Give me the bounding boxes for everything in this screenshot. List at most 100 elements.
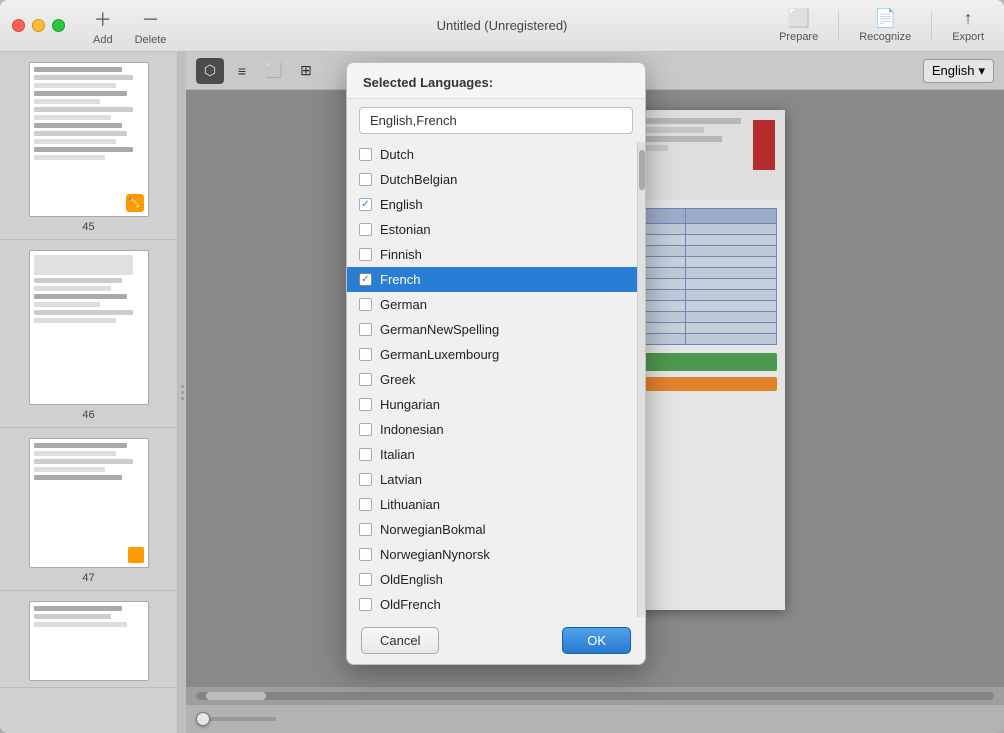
maximize-button[interactable] — [52, 19, 65, 32]
sidebar-page-46[interactable]: 46 — [0, 240, 177, 428]
checkbox-french[interactable]: ✓ — [359, 273, 372, 286]
checkbox-germannewspelling[interactable] — [359, 323, 372, 336]
add-button[interactable]: ＋ Add — [85, 2, 121, 50]
window-title: Untitled (Unregistered) — [437, 18, 568, 33]
delete-label: Delete — [135, 34, 167, 46]
modal-list-row: DutchDutchBelgian✓English Estonian Finnish… — [347, 142, 645, 617]
language-name-oldenglish: OldEnglish — [380, 572, 443, 587]
language-item-french[interactable]: ✓French — [347, 267, 637, 292]
language-item-finnish[interactable]: Finnish — [347, 242, 637, 267]
language-name-norwegianbokmal: NorwegianBokmal — [380, 522, 486, 537]
titlebar: ＋ Add － Delete Untitled (Unregistered) ⬜… — [0, 0, 1004, 52]
edit-badge-45: ✏️ — [126, 194, 144, 212]
page-thumbnail-45: ✏️ — [29, 62, 149, 217]
add-label: Add — [93, 34, 113, 46]
language-item-german[interactable]: German — [347, 292, 637, 317]
prepare-button[interactable]: ⬜ Prepare — [771, 4, 826, 47]
language-name-germanluxembourg: GermanLuxembourg — [380, 347, 499, 362]
language-item-dutch[interactable]: Dutch — [347, 142, 637, 167]
language-name-italian: Italian — [380, 447, 415, 462]
cancel-button[interactable]: Cancel — [361, 627, 439, 654]
language-list: DutchDutchBelgian✓English Estonian Finnish… — [347, 142, 637, 617]
checkbox-dutch[interactable] — [359, 148, 372, 161]
checkbox-italian[interactable] — [359, 448, 372, 461]
language-name-norwegiannynorsk: NorwegianNynorsk — [380, 547, 490, 562]
language-name-oldfrench: OldFrench — [380, 597, 441, 612]
checkbox-germanluxembourg[interactable] — [359, 348, 372, 361]
language-item-italian[interactable]: Italian — [347, 442, 637, 467]
ok-button[interactable]: OK — [562, 627, 631, 654]
resize-dots — [181, 385, 184, 400]
sidebar-page-45[interactable]: ✏️ 45 — [0, 52, 177, 240]
checkbox-finnish[interactable] — [359, 248, 372, 261]
language-item-indonesian[interactable]: Indonesian — [347, 417, 637, 442]
close-button[interactable] — [12, 19, 25, 32]
language-item-hungarian[interactable]: Hungarian — [347, 392, 637, 417]
toolbar-right: ⬜ Prepare 📄 Recognize ↑ Export — [771, 4, 992, 47]
page-number-46: 46 — [82, 409, 94, 421]
language-name-estonian: Estonian — [380, 222, 431, 237]
language-item-norwegianbokmal[interactable]: NorwegianBokmal — [347, 517, 637, 542]
page-number-47: 47 — [82, 572, 94, 584]
checkbox-oldenglish[interactable] — [359, 573, 372, 586]
toolbar-left: ＋ Add － Delete — [85, 2, 174, 50]
checkbox-latvian[interactable] — [359, 473, 372, 486]
export-label: Export — [952, 31, 984, 43]
sidebar-page-48[interactable] — [0, 591, 177, 688]
language-item-oldfrench[interactable]: OldFrench — [347, 592, 637, 617]
language-name-lithuanian: Lithuanian — [380, 497, 440, 512]
page-thumbnail-46 — [29, 250, 149, 405]
checkbox-dutchbelgian[interactable] — [359, 173, 372, 186]
language-name-indonesian: Indonesian — [380, 422, 444, 437]
delete-button[interactable]: － Delete — [127, 2, 175, 50]
sidebar-page-47[interactable]: 47 — [0, 428, 177, 591]
language-item-oldenglish[interactable]: OldEnglish — [347, 567, 637, 592]
add-icon: ＋ — [94, 6, 112, 32]
language-name-germannewspelling: GermanNewSpelling — [380, 322, 499, 337]
app-window: ＋ Add － Delete Untitled (Unregistered) ⬜… — [0, 0, 1004, 733]
recognize-label: Recognize — [859, 31, 911, 43]
checkbox-indonesian[interactable] — [359, 423, 372, 436]
export-button[interactable]: ↑ Export — [944, 4, 992, 47]
prepare-label: Prepare — [779, 31, 818, 43]
list-scrollbar[interactable] — [637, 142, 645, 617]
checkbox-lithuanian[interactable] — [359, 498, 372, 511]
language-item-germannewspelling[interactable]: GermanNewSpelling — [347, 317, 637, 342]
export-icon: ↑ — [964, 8, 973, 29]
checkbox-estonian[interactable] — [359, 223, 372, 236]
recognize-button[interactable]: 📄 Recognize — [851, 4, 919, 47]
page-thumbnail-47 — [29, 438, 149, 568]
checkbox-greek[interactable] — [359, 373, 372, 386]
language-name-greek: Greek — [380, 372, 415, 387]
language-item-estonian[interactable]: Estonian — [347, 217, 637, 242]
language-name-german: German — [380, 297, 427, 312]
checkbox-hungarian[interactable] — [359, 398, 372, 411]
language-item-lithuanian[interactable]: Lithuanian — [347, 492, 637, 517]
delete-icon: － — [141, 6, 159, 32]
content-area: ⬡ ≡ ⬜ ⊞ English ▾ — [186, 52, 1004, 733]
checkbox-norwegianbokmal[interactable] — [359, 523, 372, 536]
minimize-button[interactable] — [32, 19, 45, 32]
page-number-45: 45 — [82, 221, 94, 233]
toolbar-separator — [838, 11, 839, 41]
sidebar: ✏️ 45 46 — [0, 52, 178, 733]
language-item-dutchbelgian[interactable]: DutchBelgian — [347, 167, 637, 192]
language-modal: Selected Languages: English,French Dutch… — [346, 62, 646, 665]
language-item-latvian[interactable]: Latvian — [347, 467, 637, 492]
checkbox-german[interactable] — [359, 298, 372, 311]
checkbox-oldfrench[interactable] — [359, 598, 372, 611]
checkbox-english[interactable]: ✓ — [359, 198, 372, 211]
sidebar-resize-handle[interactable] — [178, 52, 186, 733]
language-name-hungarian: Hungarian — [380, 397, 440, 412]
language-item-english[interactable]: ✓English — [347, 192, 637, 217]
resize-dot — [181, 391, 184, 394]
toolbar-separator-2 — [931, 11, 932, 41]
recognize-icon: 📄 — [874, 8, 896, 29]
prepare-icon: ⬜ — [787, 8, 809, 29]
language-item-norwegiannynorsk[interactable]: NorwegianNynorsk — [347, 542, 637, 567]
language-item-germanluxembourg[interactable]: GermanLuxembourg — [347, 342, 637, 367]
selected-languages-field[interactable]: English,French — [359, 107, 633, 134]
language-item-greek[interactable]: Greek — [347, 367, 637, 392]
traffic-lights — [12, 19, 65, 32]
checkbox-norwegiannynorsk[interactable] — [359, 548, 372, 561]
